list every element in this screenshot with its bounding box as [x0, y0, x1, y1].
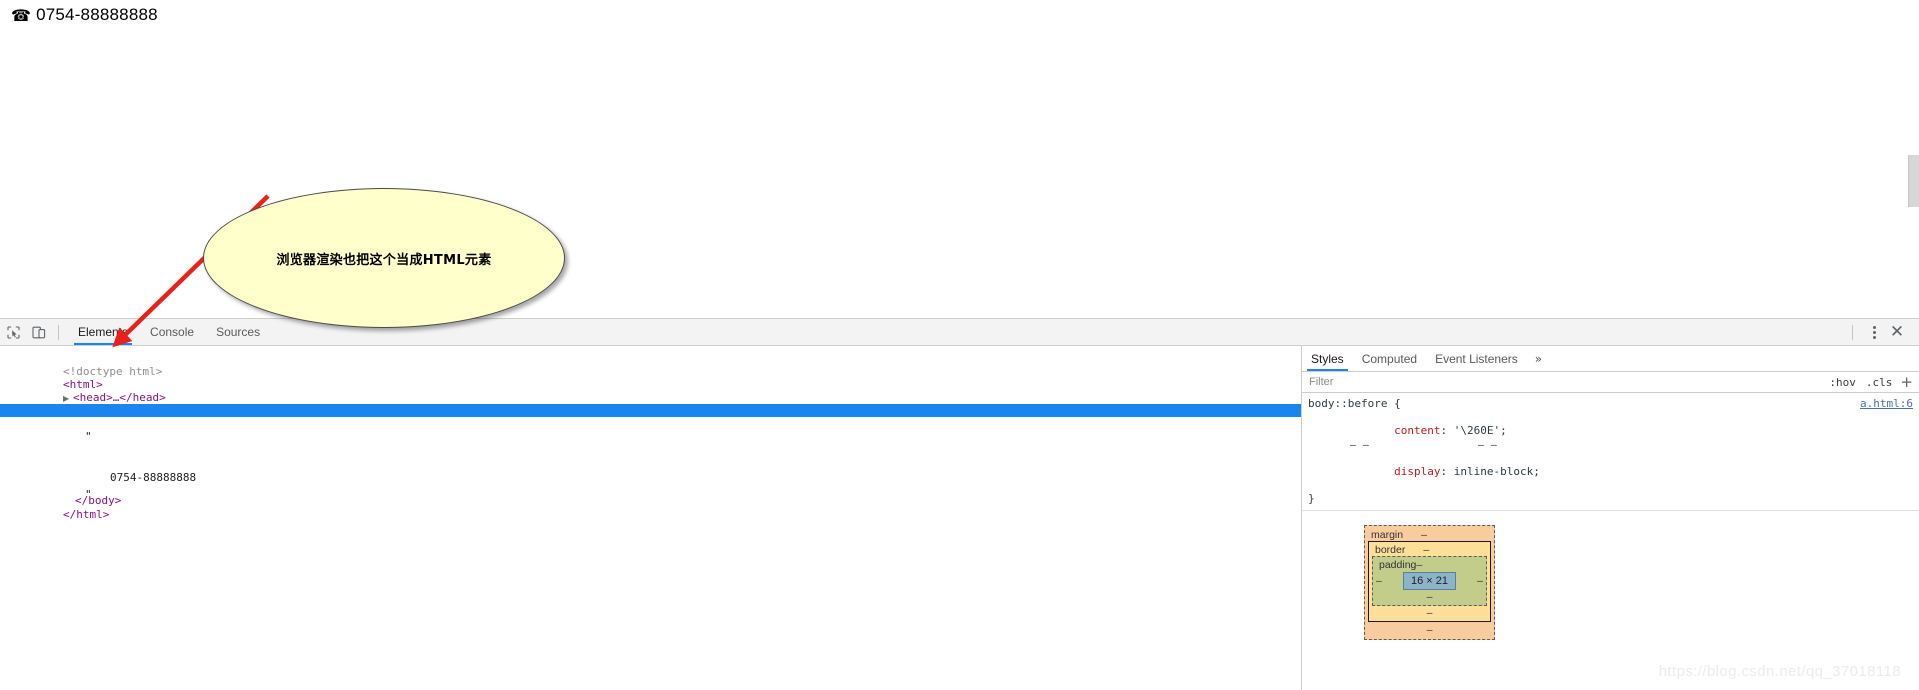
box-model-margin-label: margin: [1371, 529, 1404, 541]
devtools-toolbar: Elements Console Sources ✕: [0, 319, 1919, 346]
box-model-padding-right[interactable]: –: [1477, 575, 1483, 587]
dom-row[interactable]: </body>: [0, 480, 1301, 507]
box-model-padding-label: padding: [1379, 559, 1417, 571]
css-property-name[interactable]: display: [1394, 465, 1440, 478]
dom-tree-pane[interactable]: <!doctype html> <html> ▶<head>…</head> ▼…: [0, 346, 1302, 690]
page-scrollbar-thumb[interactable]: [1908, 155, 1919, 207]
dom-row[interactable]: <!doctype html>: [0, 352, 1301, 378]
css-property-value[interactable]: '\260E';: [1454, 424, 1507, 437]
hov-toggle-button[interactable]: :hov: [1824, 376, 1861, 389]
tab-console[interactable]: Console: [139, 319, 205, 345]
dom-row[interactable]: ": [0, 417, 1301, 443]
box-model-padding-top[interactable]: –: [1416, 559, 1422, 571]
filter-input[interactable]: [1304, 371, 1825, 393]
dom-row[interactable]: ": [0, 456, 1301, 501]
css-rule-source-link[interactable]: a.html:6: [1860, 397, 1913, 411]
devtools-toolbar-right: ✕: [1848, 321, 1919, 343]
box-model-border-top[interactable]: –: [1423, 544, 1429, 556]
styles-sidebar: Styles Computed Event Listeners » :hov .…: [1302, 346, 1919, 690]
css-declaration-content[interactable]: content: '\260E';: [1308, 411, 1919, 452]
more-tabs-icon[interactable]: »: [1527, 352, 1550, 366]
css-rule-selector[interactable]: body::before {: [1308, 397, 1919, 411]
cls-toggle-button[interactable]: .cls: [1861, 376, 1898, 389]
box-model-padding-left[interactable]: –: [1376, 575, 1382, 587]
dom-row-selected-before-pseudo[interactable]: …::before == $0: [0, 404, 1301, 430]
dom-row[interactable]: ▶ <head>…</head>: [0, 378, 1301, 404]
box-model-border[interactable]: border – padding – – 16 × 21 – – –: [1368, 541, 1491, 622]
box-model-margin-left[interactable]: –: [1350, 439, 1356, 451]
tab-event-listeners[interactable]: Event Listeners: [1426, 346, 1527, 371]
dom-row[interactable]: </html>: [0, 494, 1301, 521]
dom-row[interactable]: <html>: [0, 365, 1301, 391]
tab-sources[interactable]: Sources: [205, 319, 271, 345]
tab-elements[interactable]: Elements: [67, 319, 139, 345]
devtools-body: <!doctype html> <html> ▶<head>…</head> ▼…: [0, 346, 1919, 690]
devtools-panel: Elements Console Sources ✕ <!doctype htm…: [0, 318, 1919, 690]
page-viewport: ☎ 0754-88888888: [0, 0, 1919, 318]
new-style-rule-button[interactable]: +: [1897, 374, 1919, 390]
toggle-device-toolbar-icon[interactable]: [26, 320, 52, 345]
styles-filter-bar: :hov .cls +: [1302, 371, 1919, 393]
css-declaration-display[interactable]: display: inline-block;: [1308, 451, 1919, 492]
box-model-margin-right[interactable]: –: [1491, 439, 1497, 451]
box-model-border-left[interactable]: –: [1363, 439, 1369, 451]
inspect-element-icon[interactable]: [0, 320, 26, 345]
css-rule-closing-brace: }: [1308, 491, 1315, 505]
close-icon[interactable]: ✕: [1885, 321, 1909, 343]
dom-row[interactable]: 0754-88888888: [0, 430, 1301, 484]
box-model-padding[interactable]: padding – – 16 × 21 – –: [1372, 556, 1487, 606]
box-model-margin-top[interactable]: –: [1421, 529, 1427, 541]
toolbar-divider-right: [1852, 324, 1853, 340]
watermark-text: https://blog.csdn.net/qq_37018118: [1658, 663, 1901, 680]
kebab-menu-icon[interactable]: [1863, 321, 1885, 343]
dom-row[interactable]: ▼<body>: [0, 391, 1301, 417]
tab-styles[interactable]: Styles: [1302, 346, 1353, 371]
box-model-section: margin – border – padding – – 16 × 21 – …: [1302, 439, 1919, 640]
styles-sidebar-tabs: Styles Computed Event Listeners »: [1302, 346, 1919, 372]
css-property-name[interactable]: content: [1394, 424, 1440, 437]
box-model-margin-bottom[interactable]: –: [1368, 625, 1491, 636]
dom-row-text: </html>: [62, 508, 110, 521]
toolbar-divider: [58, 324, 59, 340]
page-phone-line: ☎ 0754-88888888: [11, 5, 158, 25]
box-model-border-label: border: [1375, 544, 1406, 556]
box-model-padding-bottom[interactable]: –: [1376, 592, 1483, 603]
box-model-border-bottom[interactable]: –: [1372, 608, 1487, 619]
box-model-border-right[interactable]: –: [1478, 439, 1484, 451]
css-property-value[interactable]: inline-block;: [1454, 465, 1540, 478]
phone-number-text: 0754-88888888: [36, 5, 158, 24]
telephone-icon: ☎: [11, 6, 32, 25]
tab-computed[interactable]: Computed: [1353, 346, 1426, 371]
css-rule-body-before[interactable]: a.html:6 body::before { content: '\260E'…: [1302, 393, 1919, 511]
box-model-content[interactable]: 16 × 21: [1403, 572, 1456, 590]
box-model-margin[interactable]: margin – border – padding – – 16 × 21 – …: [1364, 525, 1495, 640]
